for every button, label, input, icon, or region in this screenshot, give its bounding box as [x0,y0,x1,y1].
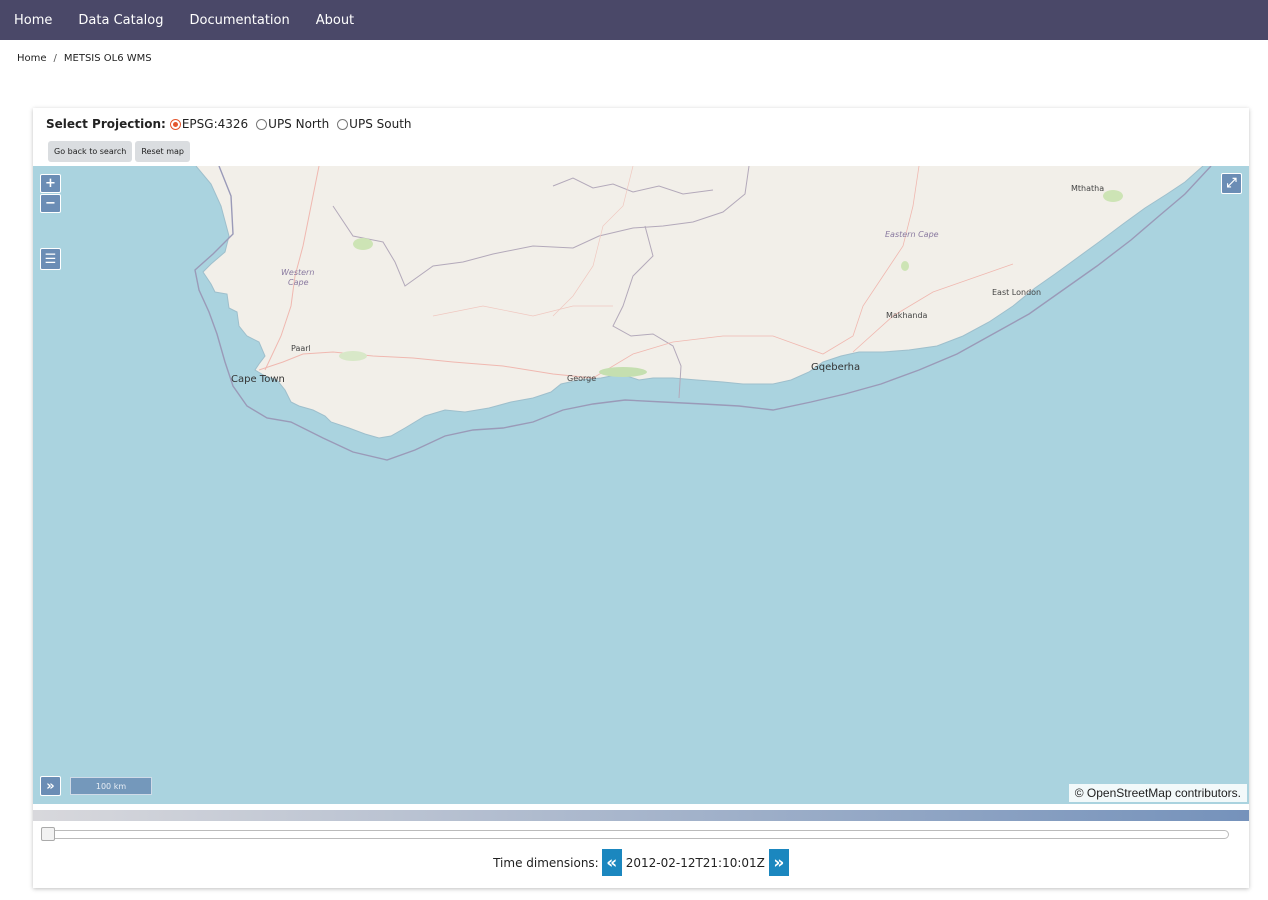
breadcrumb-current: METSIS OL6 WMS [63,53,152,64]
place-label: Paarl [291,344,311,353]
time-gradient-bar [33,810,1249,821]
nav-home[interactable]: Home [14,13,52,28]
park [599,367,647,377]
map-attribution[interactable]: © OpenStreetMap contributors. [1068,784,1247,802]
reset-map-button[interactable]: Reset map [135,141,191,162]
map-card: Select Projection: EPSG:4326 UPS North U… [33,108,1249,888]
park [353,238,373,250]
radio-ups-south[interactable] [337,118,349,130]
park [339,351,367,361]
place-label: Cape Town [231,374,285,385]
place-label: Mthatha [1071,184,1105,193]
zoom-in-button[interactable]: + [40,174,61,193]
time-slider-track[interactable] [41,830,1229,839]
nav-data-catalog[interactable]: Data Catalog [78,13,163,28]
place-label: Makhanda [886,311,928,320]
zoom-out-button[interactable]: − [40,194,61,213]
breadcrumb: Home / METSIS OL6 WMS [17,53,152,64]
nav-documentation[interactable]: Documentation [190,13,290,28]
time-dimensions: Time dimensions: « 2012-02-12T21:10:01Z … [33,849,1249,876]
place-label: George [567,374,597,383]
breadcrumb-home[interactable]: Home [17,53,47,64]
go-back-button[interactable]: Go back to search [48,141,133,162]
scale-line: 100 km [70,777,152,795]
scale-text: 100 km [95,781,127,791]
nav-about[interactable]: About [316,13,354,28]
top-navbar: Home Data Catalog Documentation About [0,0,1268,40]
projection-selector: Select Projection: EPSG:4326 UPS North U… [46,117,420,131]
time-value: 2012-02-12T21:10:01Z [625,855,765,870]
map-base-layer [194,166,1212,461]
land-area [196,166,1203,438]
fullscreen-icon[interactable]: ⤢ [1221,173,1242,194]
region-label: Cape [288,278,309,287]
region-label: Eastern Cape [885,230,939,239]
layer-switcher-icon[interactable]: ☰ [40,248,61,270]
time-slider-thumb[interactable] [41,827,55,841]
radio-ups-south-label[interactable]: UPS South [349,117,411,131]
overview-map-toggle-icon[interactable]: » [40,776,61,796]
map-viewport[interactable]: + − ☰ ⤢ » 100 km Mthatha Eastern Cape We… [33,166,1249,804]
radio-epsg4326-label[interactable]: EPSG:4326 [182,117,248,131]
region-label: Western [281,268,315,277]
park [1103,190,1123,202]
place-label: Gqeberha [811,362,861,373]
time-dimensions-label: Time dimensions: [493,855,599,870]
time-prev-icon[interactable]: « [601,849,622,876]
radio-ups-north[interactable] [256,118,268,130]
projection-label: Select Projection: [46,117,166,131]
breadcrumb-separator: / [53,53,57,64]
radio-ups-north-label[interactable]: UPS North [268,117,329,131]
map-buttons: Go back to search Reset map [48,141,191,162]
radio-epsg4326[interactable] [169,118,181,130]
time-next-icon[interactable]: » [768,849,789,876]
place-label: East London [992,288,1042,297]
park [901,261,909,271]
